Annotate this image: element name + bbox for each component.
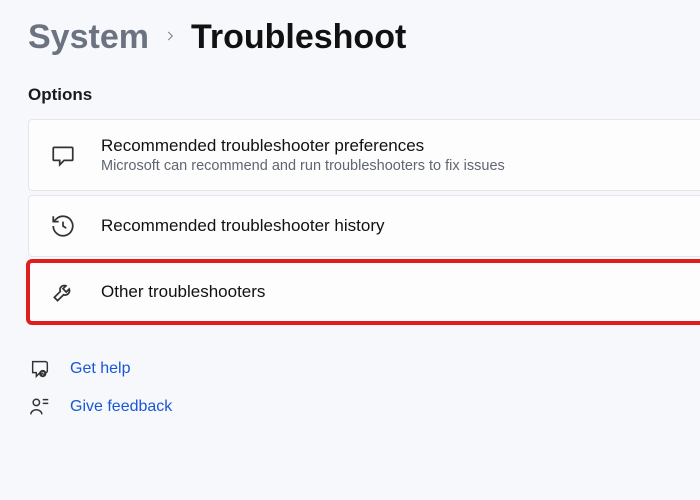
help-link-row: ? Get help (28, 357, 700, 381)
chat-icon (49, 141, 77, 169)
wrench-icon (49, 278, 77, 306)
page-title: Troubleshoot (191, 18, 406, 57)
get-help-link[interactable]: Get help (70, 360, 130, 378)
breadcrumb: System Troubleshoot (28, 18, 700, 57)
card-title: Recommended troubleshooter history (101, 216, 384, 236)
history-icon (49, 212, 77, 240)
give-feedback-link[interactable]: Give feedback (70, 398, 172, 416)
feedback-icon (28, 395, 52, 419)
card-subtitle: Microsoft can recommend and run troubles… (101, 158, 505, 174)
feedback-link-row: Give feedback (28, 395, 700, 419)
card-title: Other troubleshooters (101, 282, 265, 302)
section-label: Options (28, 85, 700, 105)
card-other-troubleshooters[interactable]: Other troubleshooters (28, 261, 700, 323)
breadcrumb-parent[interactable]: System (28, 18, 149, 57)
card-history[interactable]: Recommended troubleshooter history (28, 195, 700, 257)
svg-text:?: ? (41, 372, 44, 378)
card-title: Recommended troubleshooter preferences (101, 136, 505, 156)
chevron-right-icon (163, 27, 177, 48)
help-icon: ? (28, 357, 52, 381)
card-preferences[interactable]: Recommended troubleshooter preferences M… (28, 119, 700, 191)
